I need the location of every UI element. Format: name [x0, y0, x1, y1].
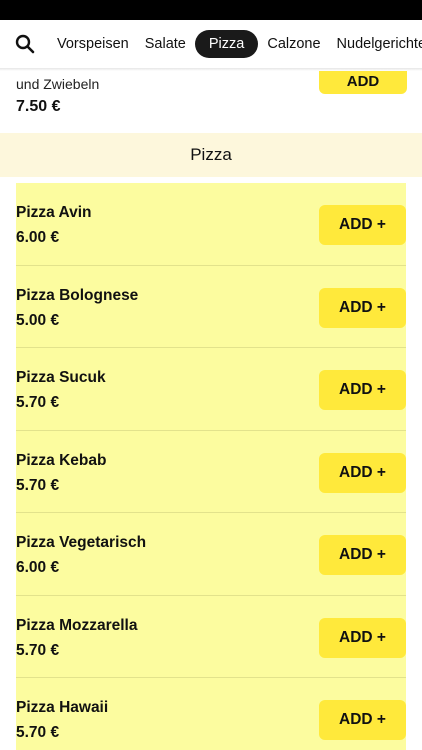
item-price: 5.70 €	[16, 724, 60, 741]
item-name: Pizza Sucuk	[16, 369, 106, 386]
item-description: und Zwiebeln	[16, 76, 100, 92]
section-header: Pizza	[0, 133, 422, 177]
add-button[interactable]: ADD +	[319, 452, 406, 493]
add-button[interactable]: ADD	[319, 71, 407, 94]
item-price: 6.00 €	[16, 229, 60, 246]
tab-salate[interactable]: Salate	[138, 30, 193, 58]
tab-vorspeisen[interactable]: Vorspeisen	[50, 30, 136, 58]
list-item[interactable]: Pizza Mozzarella 5.70 € ADD +	[16, 596, 406, 678]
list-item[interactable]: Pizza Avin 6.00 € ADD +	[16, 183, 406, 266]
item-price: 5.70 €	[16, 476, 60, 494]
item-name: Pizza Bolognese	[16, 286, 139, 304]
add-button[interactable]: ADD +	[319, 700, 406, 740]
section-title: Pizza	[190, 145, 232, 164]
tab-calzone[interactable]: Calzone	[260, 30, 327, 58]
list-item[interactable]: Pizza Vegetarisch 6.00 € ADD +	[16, 513, 406, 596]
add-button[interactable]: ADD +	[319, 205, 406, 245]
add-button[interactable]: ADD +	[319, 370, 406, 410]
add-button[interactable]: ADD +	[319, 535, 406, 575]
item-name: Pizza Kebab	[16, 451, 107, 469]
list-item[interactable]: Pizza Kebab 5.70 € ADD +	[16, 431, 406, 513]
tab-nudelgerichte[interactable]: Nudelgerichte	[330, 30, 422, 58]
item-price: 5.00 €	[16, 311, 60, 329]
list-item[interactable]: Pizza Hawaii 5.70 € ADD +	[16, 678, 406, 750]
list-item[interactable]: Pizza Bolognese 5.00 € ADD +	[16, 266, 406, 348]
category-nav: Vorspeisen Salate Pizza Calzone Nudelger…	[0, 20, 422, 68]
previous-menu-item: und Zwiebeln 7.50 € ADD	[0, 71, 422, 131]
item-name: Pizza Vegetarisch	[16, 534, 147, 551]
item-price: 5.70 €	[16, 394, 60, 411]
item-name: Pizza Mozzarella	[16, 616, 138, 634]
item-name: Pizza Avin	[16, 204, 92, 221]
item-name: Pizza Hawaii	[16, 699, 109, 716]
status-bar	[0, 0, 422, 20]
list-item[interactable]: Pizza Sucuk 5.70 € ADD +	[16, 348, 406, 431]
menu-list: Pizza Avin 6.00 € ADD + Pizza Bolognese …	[16, 183, 406, 750]
search-icon	[15, 34, 35, 54]
item-price: 6.00 €	[16, 559, 60, 576]
add-button[interactable]: ADD +	[319, 287, 406, 328]
item-price: 5.70 €	[16, 641, 60, 659]
tab-pizza[interactable]: Pizza	[194, 30, 259, 58]
search-button[interactable]	[0, 20, 50, 68]
add-button[interactable]: ADD +	[319, 617, 406, 658]
item-price: 7.50 €	[16, 98, 61, 115]
category-tabs: Vorspeisen Salate Pizza Calzone Nudelger…	[50, 30, 422, 58]
